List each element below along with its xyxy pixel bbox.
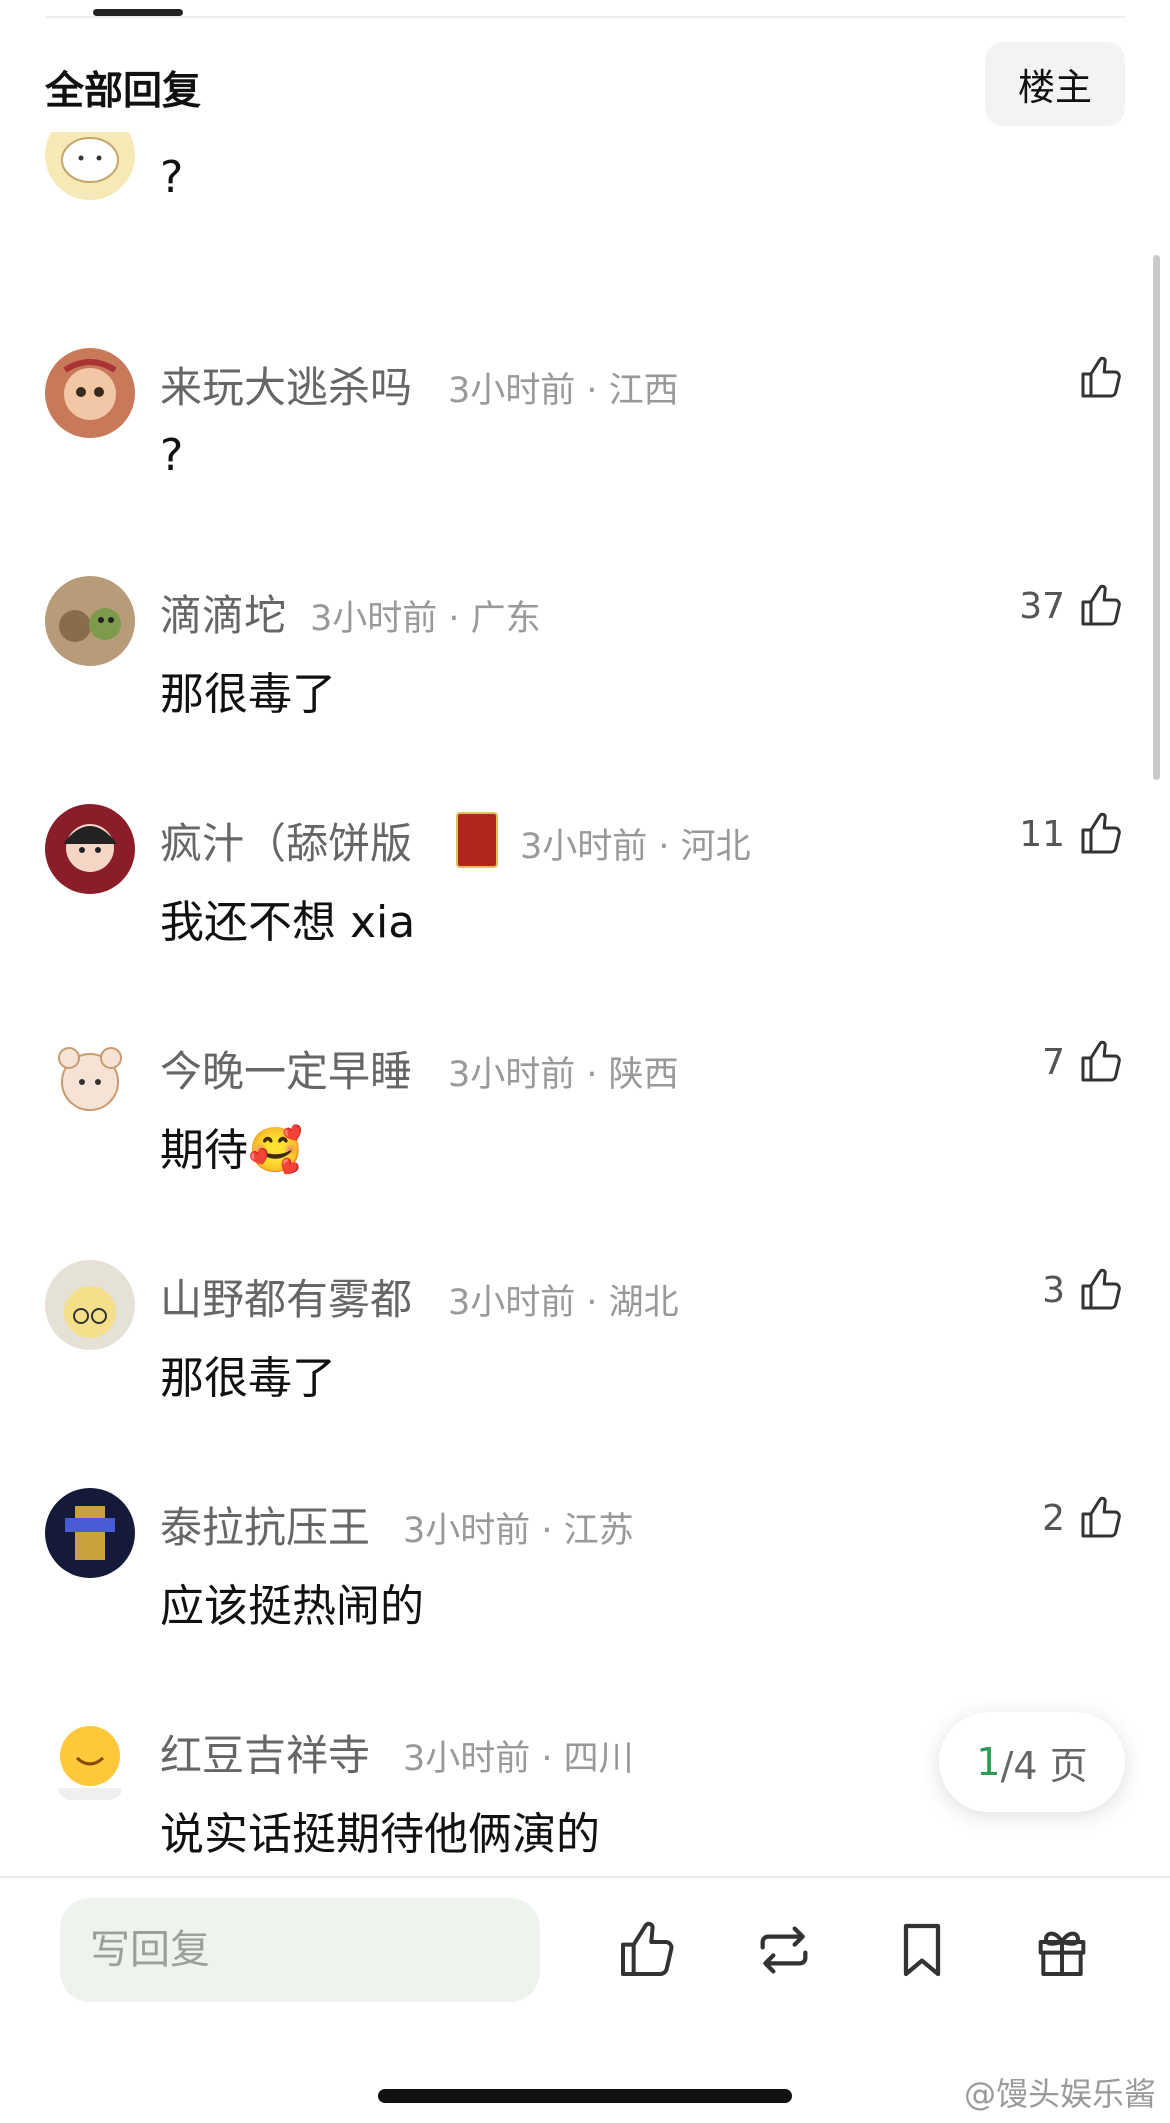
comment-meta: 3小时前 · 四川 <box>403 1739 634 1779</box>
comment-body: 说实话挺期待他俩演的 <box>160 1809 600 1860</box>
avatar[interactable] <box>45 804 135 894</box>
scrollbar[interactable] <box>1153 255 1160 780</box>
like-button[interactable] <box>1065 354 1125 402</box>
gift-icon[interactable] <box>1030 1918 1094 1982</box>
page-title: 全部回复 <box>45 69 202 114</box>
like-button[interactable]: 37 <box>1019 582 1125 630</box>
comment-body: ? <box>160 430 184 481</box>
comment-body: ? <box>160 152 184 203</box>
avatar[interactable] <box>45 1260 135 1350</box>
comment-username[interactable]: 滴滴坨 <box>160 582 286 643</box>
comment-item: 山野都有雾都 3小时前 · 湖北 3 那很毒了 <box>0 1252 1170 1480</box>
page-total: /4 页 <box>1000 1743 1088 1788</box>
comment-username[interactable]: 山野都有雾都 <box>160 1266 412 1327</box>
avatar[interactable] <box>45 348 135 438</box>
fan-badge-icon[interactable] <box>456 812 498 868</box>
comment-username[interactable]: 红豆吉祥寺 <box>160 1722 370 1783</box>
avatar[interactable] <box>45 132 135 200</box>
comment-body: 应该挺热闹的 <box>160 1581 424 1632</box>
thumbs-up-icon[interactable] <box>615 1918 679 1982</box>
reply-input[interactable] <box>60 1898 540 2002</box>
avatar[interactable] <box>45 1032 135 1122</box>
pagination-indicator[interactable]: 1/4 页 <box>939 1712 1125 1812</box>
sheet-drag-handle[interactable] <box>93 9 183 16</box>
comment-item-partial: ? <box>0 132 1170 280</box>
thumbs-up-icon[interactable] <box>1077 582 1125 630</box>
like-count: 2 <box>1042 1497 1065 1539</box>
thumbs-up-icon[interactable] <box>1077 1494 1125 1542</box>
thumbs-up-icon[interactable] <box>1077 354 1125 402</box>
comment-username[interactable]: 来玩大逃杀吗 <box>160 354 412 415</box>
thumbs-up-icon[interactable] <box>1077 1038 1125 1086</box>
avatar[interactable] <box>45 576 135 666</box>
comment-meta: 3小时前 · 河北 <box>520 827 751 867</box>
watermark: @馒头娱乐酱 <box>963 2075 1156 2113</box>
like-button[interactable]: 3 <box>1042 1266 1125 1314</box>
avatar[interactable] <box>45 1716 135 1806</box>
like-button[interactable]: 2 <box>1042 1494 1125 1542</box>
comment-body: 那很毒了 <box>160 1353 336 1404</box>
home-indicator[interactable] <box>378 2089 792 2103</box>
comment-item: 疯汁（舔饼版 3小时前 · 河北 11 我还不想 xia <box>0 796 1170 1024</box>
like-button[interactable]: 7 <box>1042 1038 1125 1086</box>
like-count: 3 <box>1042 1269 1065 1311</box>
like-count: 11 <box>1019 813 1065 855</box>
comment-item: 今晚一定早睡 3小时前 · 陕西 7 期待🥰 <box>0 1024 1170 1252</box>
comment-meta: 3小时前 · 江西 <box>448 371 679 411</box>
current-page: 1 <box>976 1740 1001 1784</box>
comment-item: 来玩大逃杀吗 3小时前 · 江西 ? <box>0 340 1170 568</box>
comment-username[interactable]: 今晚一定早睡 <box>160 1038 412 1099</box>
repost-icon[interactable] <box>752 1918 816 1982</box>
avatar[interactable] <box>45 1488 135 1578</box>
op-filter-button[interactable]: 楼主 <box>985 42 1125 126</box>
comment-item: 滴滴坨 3小时前 · 广东 37 那很毒了 <box>0 568 1170 796</box>
comment-body: 我还不想 xia <box>160 897 416 948</box>
comment-body: 那很毒了 <box>160 669 336 720</box>
comment-body: 期待🥰 <box>160 1125 303 1176</box>
replies-header: 全部回复 楼主 <box>0 36 1170 132</box>
like-count: 7 <box>1042 1041 1065 1083</box>
like-count: 37 <box>1019 585 1065 627</box>
comment-meta: 3小时前 · 湖北 <box>448 1283 679 1323</box>
comment-meta: 3小时前 · 广东 <box>310 599 541 639</box>
comment-username[interactable]: 泰拉抗压王 <box>160 1494 370 1555</box>
like-button[interactable]: 11 <box>1019 810 1125 858</box>
comment-username[interactable]: 疯汁（舔饼版 <box>160 810 412 871</box>
top-divider <box>45 16 1125 18</box>
bookmark-icon[interactable] <box>890 1918 954 1982</box>
comment-meta: 3小时前 · 江苏 <box>403 1511 634 1551</box>
comment-meta: 3小时前 · 陕西 <box>448 1055 679 1095</box>
comment-list[interactable]: ? 来玩大逃杀吗 3小时前 · 江西 ? 滴滴坨 3小时前 · 广东 37 那很… <box>0 132 1170 1877</box>
bottom-action-bar: @馒头娱乐酱 <box>0 1878 1170 2123</box>
thumbs-up-icon[interactable] <box>1077 810 1125 858</box>
comment-item: 泰拉抗压王 3小时前 · 江苏 2 应该挺热闹的 <box>0 1480 1170 1708</box>
thumbs-up-icon[interactable] <box>1077 1266 1125 1314</box>
